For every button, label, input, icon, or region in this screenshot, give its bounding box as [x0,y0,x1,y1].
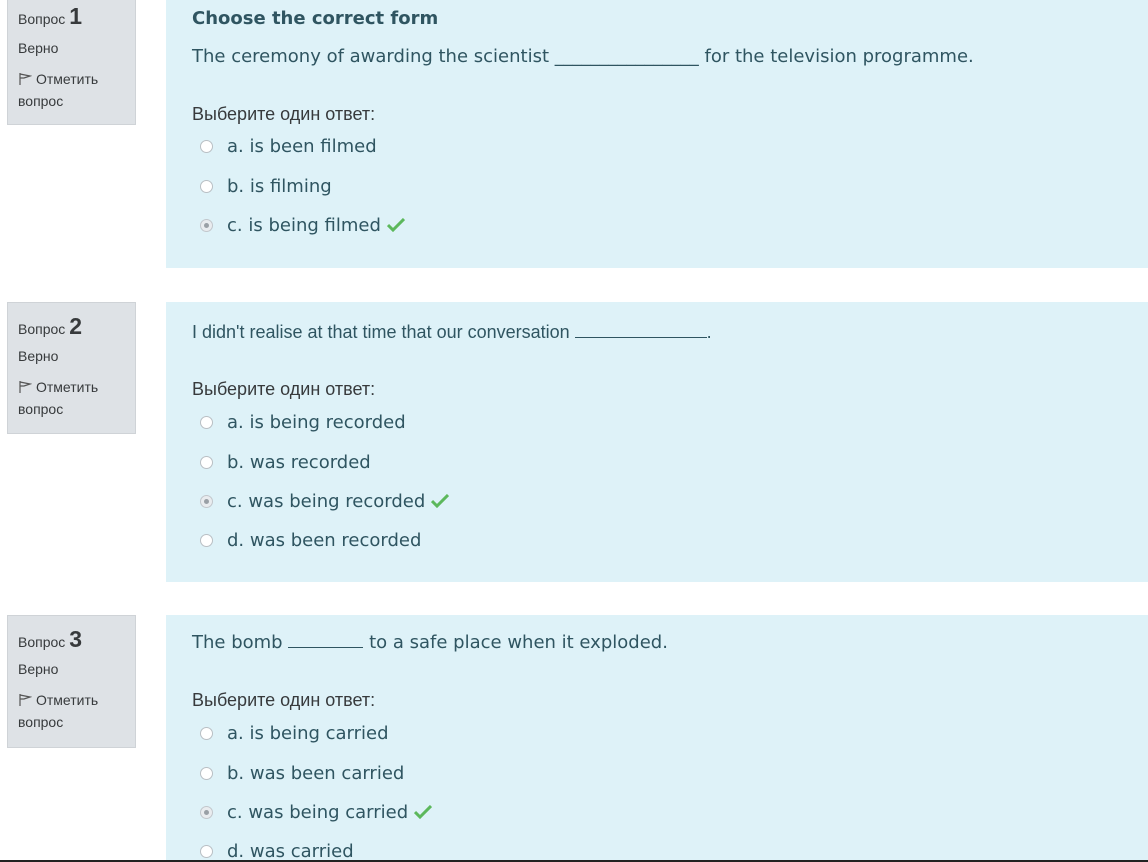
radio-button[interactable] [200,139,213,153]
radio-button[interactable] [200,844,213,858]
question-label: Вопрос [18,634,66,650]
answer-option-d[interactable]: d. was carried [200,839,354,862]
answer-label: b. is filming [227,175,332,197]
radio-button[interactable] [200,533,213,547]
question-text: The bomb to a safe place when it explode… [192,632,668,653]
question-title: Choose the correct form [192,8,439,29]
answer-option-b[interactable]: b. was been carried [200,761,404,785]
question-info-1: Вопрос 1 Верно Отметить вопрос [7,0,136,125]
question-content-1: Choose the correct form The ceremony of … [166,0,1148,268]
answer-option-a[interactable]: a. is being carried [200,721,389,745]
flag-icon [19,73,32,85]
answer-label: a. is being carried [227,722,389,744]
question-info-3: Вопрос 3 Верно Отметить вопрос [7,615,136,748]
answer-option-c[interactable]: c. was being carried [200,800,433,824]
answer-option-c[interactable]: c. is being filmed [200,213,405,237]
question-blank [288,647,364,648]
check-icon [414,805,433,819]
question-text-after: to a safe place when it exploded. [369,632,668,653]
quiz-review-page: Вопрос 1 Верно Отметить вопрос Choose th… [0,0,1148,862]
question-text-before: The ceremony of awarding the scientist [192,46,550,67]
flag-icon [19,381,32,393]
answer-label: c. was being recorded [227,490,426,512]
question-info-2: Вопрос 2 Верно Отметить вопрос [7,302,136,434]
answer-label: c. is being filmed [227,214,381,236]
flag-question-link[interactable]: Отметить вопрос [18,376,125,420]
radio-button[interactable] [200,179,213,193]
question-text-before: I didn't realise at that time that our c… [192,322,570,342]
question-number: Вопрос 1 [18,5,125,28]
question-label: Вопрос [18,321,66,337]
answer-prompt: Выберите один ответ: [192,379,376,399]
question-content-2: I didn't realise at that time that our c… [166,302,1148,582]
answer-option-b[interactable]: b. is filming [200,174,332,198]
question-number-value: 2 [69,313,83,339]
question-number: Вопрос 3 [18,628,125,651]
answer-option-a[interactable]: a. is been filmed [200,134,377,158]
question-label: Вопрос [18,11,66,27]
question-content-3: The bomb to a safe place when it explode… [166,615,1148,862]
radio-button-selected[interactable] [200,805,213,819]
radio-button-selected[interactable] [200,218,213,232]
answer-label: d. was carried [227,840,354,862]
radio-button-selected[interactable] [200,494,213,508]
question-text-before: The bomb [192,632,283,653]
radio-button[interactable] [200,766,213,780]
answer-label: c. was being carried [227,801,409,823]
radio-button[interactable] [200,726,213,740]
check-icon [431,494,450,508]
answer-prompt: Выберите один ответ: [192,104,376,124]
answer-label: b. was been carried [227,762,405,784]
flag-question-link[interactable]: Отметить вопрос [18,68,125,112]
question-text-after: . [706,322,712,342]
question-blank: ________________ [554,46,699,67]
answer-option-d[interactable]: d. was been recorded [200,528,421,552]
question-state: Верно [18,40,59,56]
answer-option-a[interactable]: a. is being recorded [200,410,406,434]
answer-option-c[interactable]: c. was being recorded [200,489,450,513]
radio-button[interactable] [200,415,213,429]
question-number-value: 3 [69,626,83,652]
flag-icon [19,694,32,706]
answer-label: b. was recorded [227,451,371,473]
radio-button[interactable] [200,455,213,469]
answer-option-b[interactable]: b. was recorded [200,450,371,474]
answer-prompt: Выберите один ответ: [192,690,376,710]
question-state: Верно [18,348,59,364]
question-text: I didn't realise at that time that our c… [192,322,712,343]
question-number-value: 1 [69,3,83,29]
answer-label: d. was been recorded [227,529,422,551]
question-state: Верно [18,661,59,677]
check-icon [386,218,405,232]
answer-label: a. is been filmed [227,135,377,157]
question-text-after: for the television programme. [704,46,974,67]
question-number: Вопрос 2 [18,315,125,338]
answer-label: a. is being recorded [227,411,406,433]
flag-question-link[interactable]: Отметить вопрос [18,689,125,733]
question-text: The ceremony of awarding the scientist _… [192,46,974,67]
question-blank [574,337,707,338]
